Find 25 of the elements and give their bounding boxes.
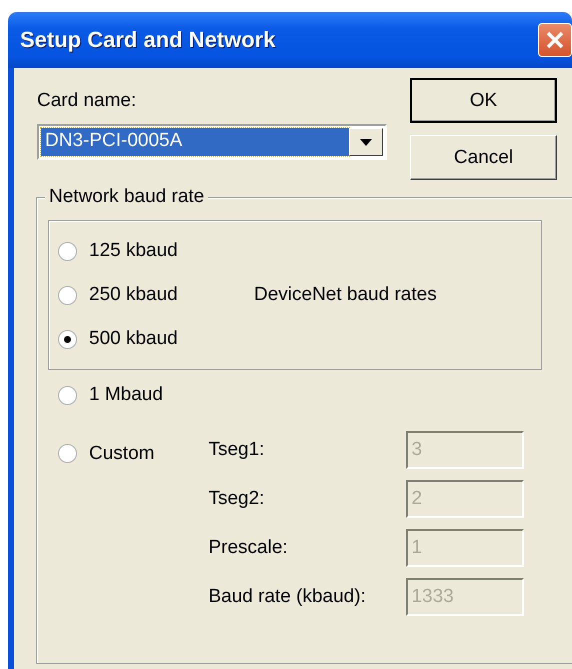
option-label[interactable]: 500 kbaud (89, 328, 178, 350)
dialog-button[interactable]: Cancel (410, 135, 557, 180)
close-icon (544, 29, 566, 51)
field-label: Tseg2: (208, 488, 266, 510)
devicenet-label: DeviceNet baud rates (254, 284, 437, 306)
radio-button[interactable] (58, 386, 77, 404)
card-name-label: Card name: (37, 90, 138, 112)
radio-button[interactable] (58, 444, 77, 463)
window-title: Setup Card and Network (20, 27, 276, 53)
card-name-dropdown[interactable]: DN3-PCI-0005A (37, 124, 387, 160)
close-button[interactable] (538, 23, 572, 57)
radio-button[interactable] (58, 286, 77, 304)
radio-button[interactable] (58, 242, 77, 260)
dropdown-button[interactable] (349, 128, 383, 156)
option-label[interactable]: 125 kbaud (89, 240, 178, 262)
field-label: Baud rate (kbaud): (208, 586, 367, 608)
caret-icon (360, 138, 372, 146)
option-label[interactable]: 1 Mbaud (89, 384, 163, 406)
field-label: Tseg1: (208, 438, 266, 460)
card-name-value: DN3-PCI-0005A (41, 128, 349, 156)
dialog-button[interactable]: OK (410, 78, 557, 123)
option-label[interactable]: Custom (89, 442, 154, 464)
field-label: Prescale: (208, 536, 289, 558)
radio-button[interactable] (58, 330, 77, 348)
option-label[interactable]: 250 kbaud (89, 284, 178, 306)
